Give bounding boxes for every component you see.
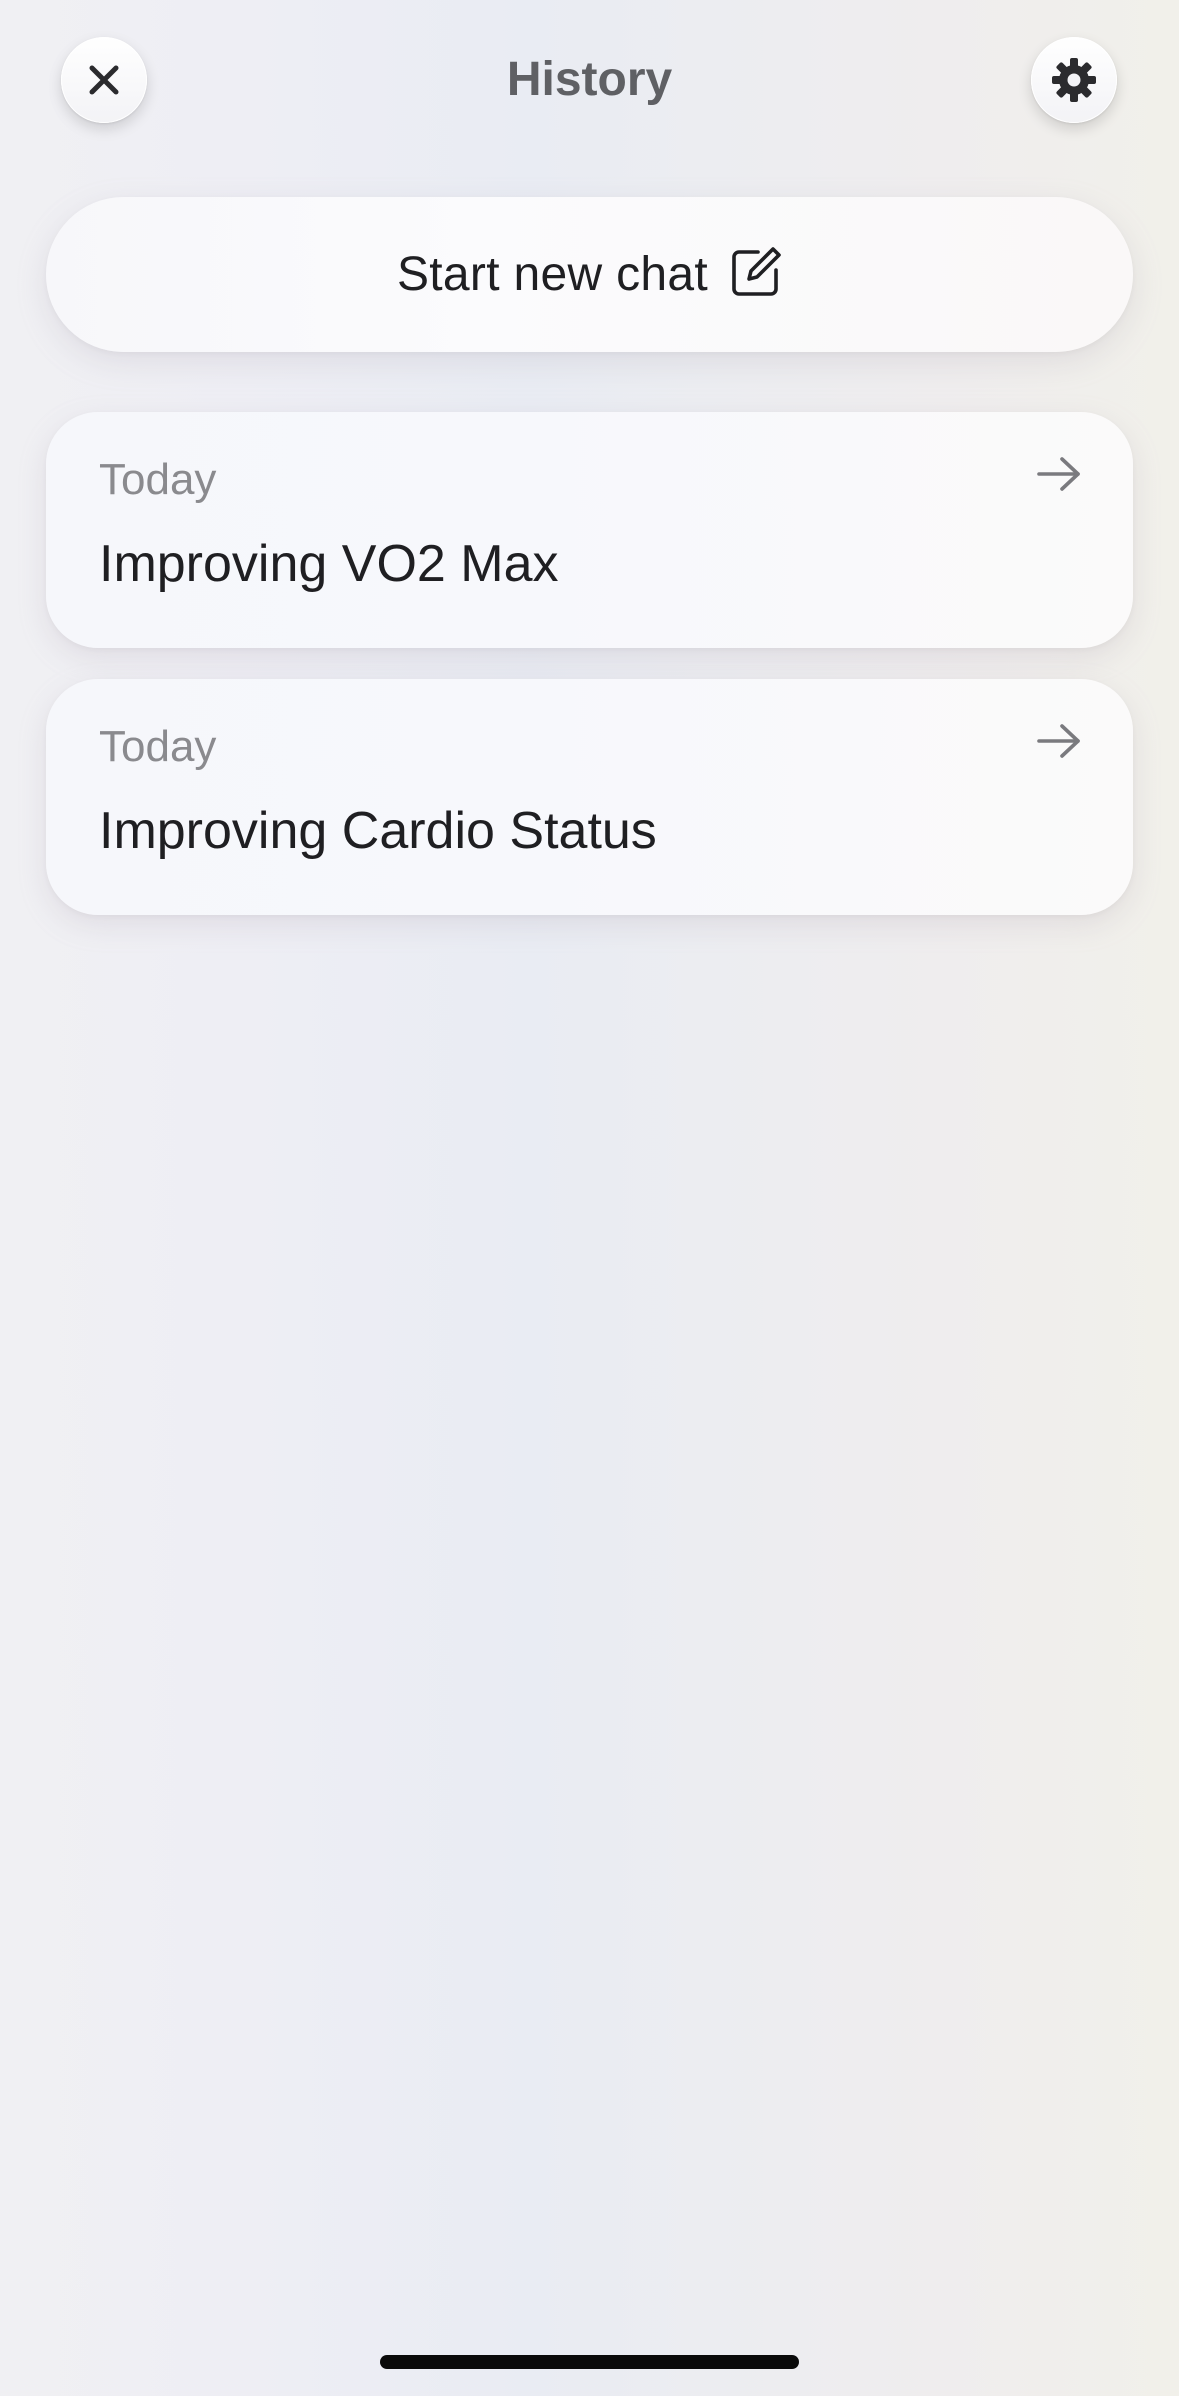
home-indicator[interactable] <box>380 2355 799 2369</box>
arrow-right-icon <box>1036 454 1082 499</box>
history-item[interactable]: Today Improving VO2 Max <box>46 412 1133 648</box>
history-item-date: Today <box>99 722 217 771</box>
start-new-chat-label: Start new chat <box>396 248 709 301</box>
history-item[interactable]: Today Improving Cardio Status <box>46 679 1133 915</box>
page-title: History <box>506 53 673 106</box>
history-item-date: Today <box>99 455 217 504</box>
gear-icon <box>1051 57 1097 103</box>
history-item-title: Improving VO2 Max <box>99 535 559 593</box>
arrow-right-icon <box>1036 721 1082 766</box>
start-new-chat-button[interactable]: Start new chat <box>46 197 1133 352</box>
compose-icon <box>730 246 782 303</box>
history-item-title: Improving Cardio Status <box>99 802 657 860</box>
settings-button[interactable] <box>1031 37 1117 123</box>
